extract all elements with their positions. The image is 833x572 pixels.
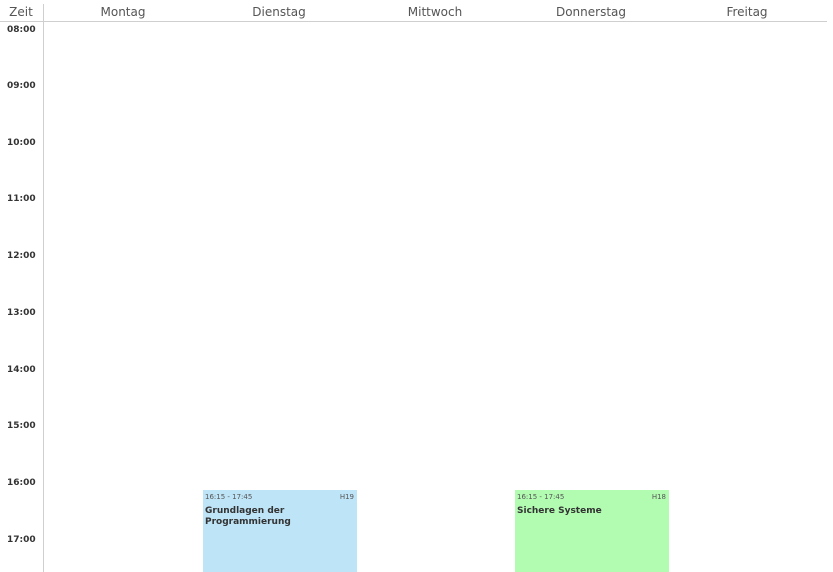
day-header-mittwoch: Mittwoch xyxy=(407,5,463,19)
time-slot-label: 14:00 xyxy=(7,365,36,375)
time-column-header: Zeit xyxy=(9,5,33,19)
event-time: 16:15 - 17:45 xyxy=(517,493,565,501)
event-title: Grundlagen der Programmierung xyxy=(205,506,291,527)
time-slot-label: 09:00 xyxy=(7,81,36,91)
event-room: H18 xyxy=(651,493,666,501)
event-title: Sichere Systeme xyxy=(517,506,602,516)
time-slot-label: 16:00 xyxy=(7,478,36,488)
event-grundlagen-der-programmierung[interactable]: 16:15 - 17:45 H19 Grundlagen der Program… xyxy=(203,490,357,572)
time-slot-label: 08:00 xyxy=(7,25,36,35)
event-time: 16:15 - 17:45 xyxy=(205,493,253,501)
event-room: H19 xyxy=(339,493,354,501)
time-slot-label: 17:00 xyxy=(7,535,36,545)
day-header-montag: Montag xyxy=(100,5,146,19)
event-sichere-systeme[interactable]: 16:15 - 17:45 H18 Sichere Systeme xyxy=(515,490,669,572)
time-slot-label: 11:00 xyxy=(7,194,36,204)
time-slot-label: 13:00 xyxy=(7,308,36,318)
day-header-donnerstag: Donnerstag xyxy=(555,5,627,19)
time-slot-label: 10:00 xyxy=(7,138,36,148)
time-slot-label: 12:00 xyxy=(7,251,36,261)
time-column-divider xyxy=(43,4,44,572)
day-header-freitag: Freitag xyxy=(726,5,768,19)
day-header-dienstag: Dienstag xyxy=(252,5,306,19)
calendar-header: Zeit Montag Dienstag Mittwoch Donnerstag… xyxy=(0,0,827,22)
time-slot-label: 15:00 xyxy=(7,421,36,431)
